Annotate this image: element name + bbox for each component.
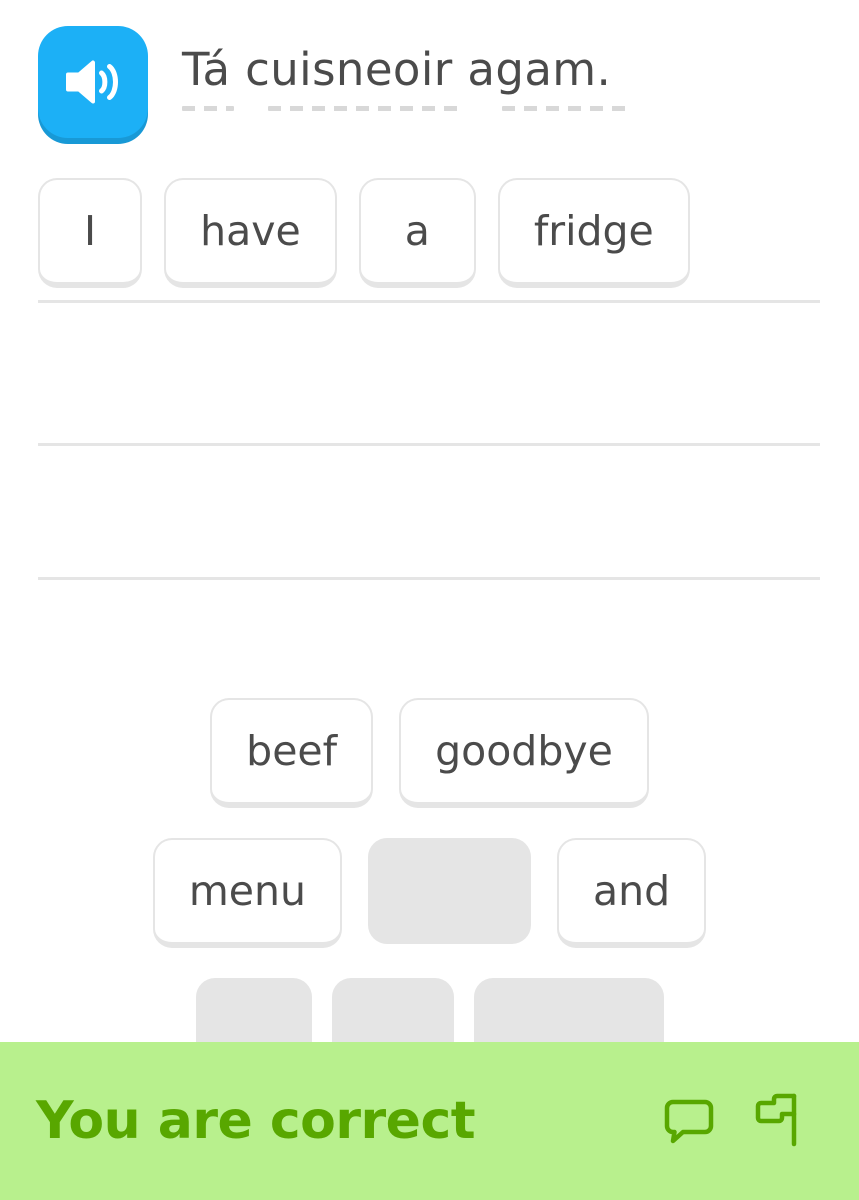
answer-tile-label: have: [200, 207, 301, 255]
answer-line-1: [38, 300, 820, 303]
prompt-text-wrap: Tá cuisneoir agam.: [182, 26, 632, 112]
answer-line-2: [38, 443, 820, 446]
prompt-row: Tá cuisneoir agam.: [38, 26, 632, 138]
word-bank-row: beef goodbye: [0, 698, 859, 808]
answer-tile-label: a: [404, 207, 430, 255]
word-bank-tile[interactable]: beef: [210, 698, 374, 808]
prompt-hint-underlines: [182, 106, 632, 112]
feedback-actions: [663, 1090, 823, 1152]
answer-line-3: [38, 577, 820, 580]
feedback-title: You are correct: [36, 1091, 476, 1151]
speech-bubble-icon: [663, 1093, 715, 1149]
lesson-screen: Tá cuisneoir agam. I have a fridge beef …: [0, 0, 859, 1200]
speaker-icon: [62, 54, 124, 110]
flag-icon: [753, 1090, 805, 1152]
hint-underline-word-2[interactable]: [268, 106, 464, 112]
answer-tile-label: fridge: [533, 207, 654, 255]
word-bank-used-slot: [368, 838, 531, 944]
word-bank-tile[interactable]: goodbye: [399, 698, 649, 808]
answer-tile[interactable]: have: [164, 178, 337, 288]
answer-tile[interactable]: fridge: [497, 178, 690, 288]
report-button[interactable]: [753, 1090, 805, 1152]
speaker-icon-button[interactable]: [38, 26, 148, 138]
word-bank-tile-label: menu: [188, 867, 306, 915]
word-bank-tile[interactable]: menu: [152, 838, 342, 948]
hint-underline-word-3[interactable]: [502, 106, 632, 112]
word-bank-tile[interactable]: and: [557, 838, 707, 948]
answer-tile[interactable]: I: [38, 178, 143, 288]
answer-tile-row: I have a fridge: [38, 178, 690, 288]
answer-tile[interactable]: a: [358, 178, 476, 288]
word-bank-tile-label: and: [593, 867, 671, 915]
answer-tile-label: I: [84, 207, 97, 255]
hint-underline-word-1[interactable]: [182, 106, 234, 112]
feedback-banner: You are correct: [0, 1042, 859, 1200]
prompt-sentence: Tá cuisneoir agam.: [182, 43, 612, 96]
discuss-button[interactable]: [663, 1093, 715, 1149]
word-bank-tile-label: beef: [246, 727, 338, 775]
word-bank-tile-label: goodbye: [435, 727, 613, 775]
word-bank-row: menu and: [0, 838, 859, 948]
